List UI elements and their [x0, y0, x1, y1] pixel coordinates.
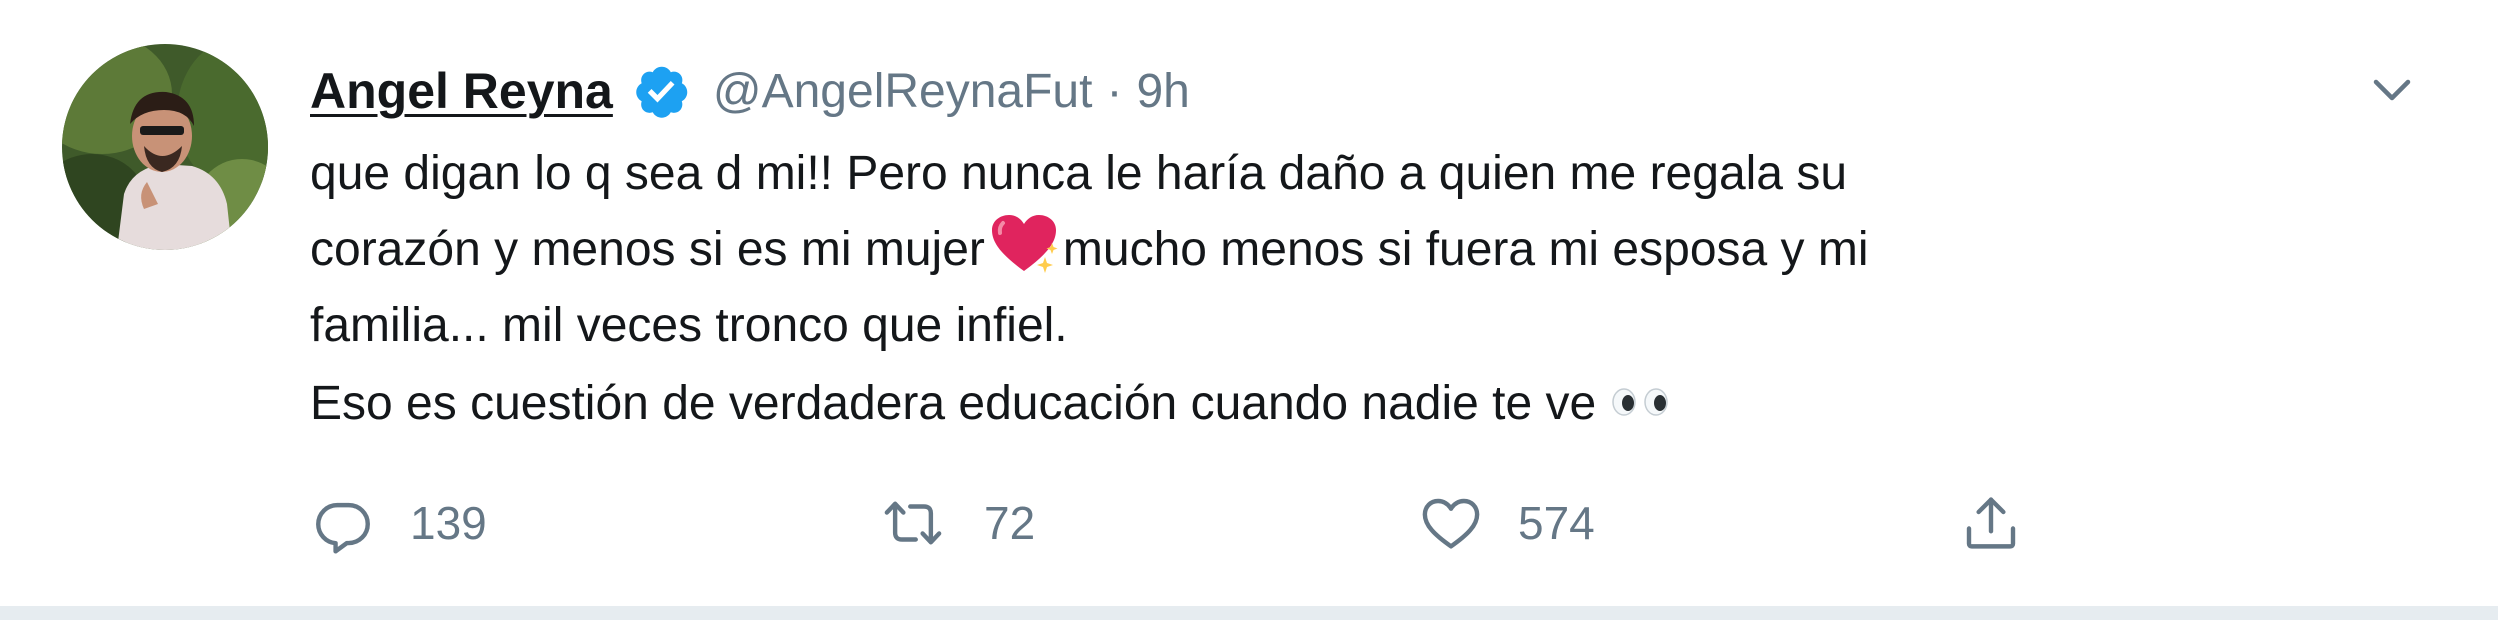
eyes-emoji	[1606, 364, 1676, 416]
retweet-count: 72	[984, 497, 1036, 549]
tweet-text-line-2: corazón y menos si es mi mujer	[310, 223, 985, 276]
tweet-text-line-1: que digan lo q sea d mi!! Pero nunca le …	[310, 147, 1848, 200]
heart-icon	[1422, 498, 1480, 549]
tweet-text-line-3: mucho menos si fuera mi esposa y mi	[1062, 223, 1869, 276]
separator-dot: ·	[1106, 64, 1123, 118]
tweet-text-line: corazón y menos si es mi mujer mucho men…	[310, 212, 2390, 288]
retweet-icon	[884, 501, 942, 545]
tweet-text: que digan lo q sea d mi!! Pero nunca le …	[310, 136, 2390, 442]
author-handle[interactable]: @AngelReynaFut	[713, 64, 1093, 119]
reply-count: 139	[410, 497, 487, 549]
retweet-button[interactable]: 72	[880, 488, 1035, 558]
share-icon	[1966, 497, 2016, 549]
chevron-down-icon[interactable]	[2362, 60, 2422, 120]
tweet-text-line-5: Eso es cuestión de verdadera educación c…	[310, 377, 1597, 430]
like-button[interactable]: 574	[1418, 488, 1595, 558]
reply-icon	[316, 502, 370, 554]
tweet-actions: 139 72 574	[310, 488, 2110, 558]
tweet-timestamp[interactable]: 9h	[1136, 64, 1189, 119]
avatar-photo	[62, 44, 268, 250]
sparkling-heart-emoji	[989, 213, 1059, 275]
tweet-text-line: que digan lo q sea d mi!! Pero nunca le …	[310, 136, 2390, 212]
reply-button[interactable]: 139	[310, 488, 487, 558]
tweet-header: Angel Reyna @AngelReynaFut · 9h	[310, 56, 1190, 126]
tweet-text-line: familia... mil veces tronco que infiel.	[310, 288, 2390, 364]
like-count: 574	[1518, 497, 1595, 549]
share-button[interactable]	[1958, 488, 2024, 558]
tweet-text-line-4: familia... mil veces tronco que infiel.	[310, 299, 1068, 352]
author-name[interactable]: Angel Reyna	[310, 62, 613, 120]
tweet-text-line: Eso es cuestión de verdadera educación c…	[310, 364, 2390, 442]
verified-badge-icon	[631, 61, 691, 121]
avatar[interactable]	[62, 44, 268, 250]
tweet-card[interactable]: Angel Reyna @AngelReynaFut · 9h que diga…	[0, 0, 2498, 606]
